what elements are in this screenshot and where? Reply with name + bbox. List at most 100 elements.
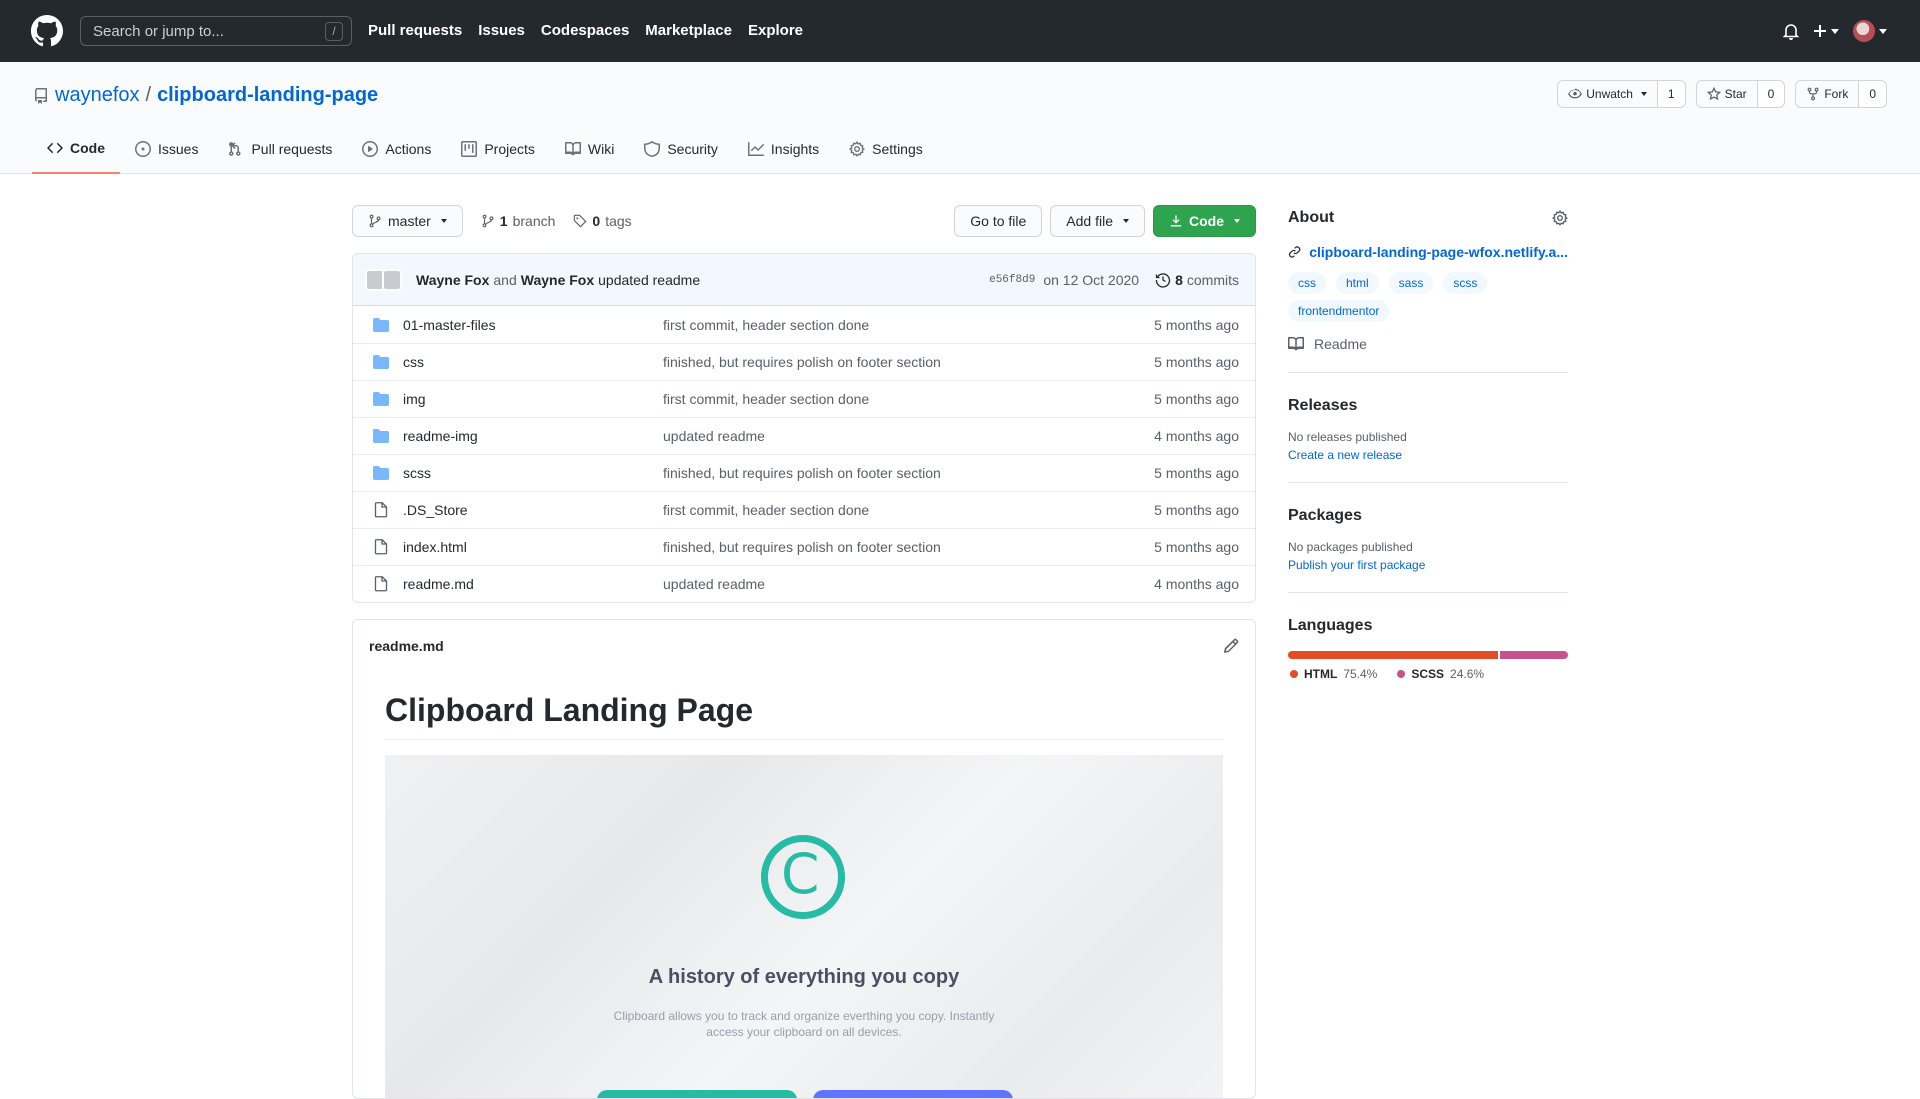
nav-pull-requests[interactable]: Pull requests [368, 22, 462, 39]
graph-icon [747, 142, 764, 156]
file-name-link[interactable]: readme.md [403, 576, 663, 592]
plus-icon [1814, 25, 1826, 37]
shield-icon [644, 141, 661, 157]
releases-title: Releases [1288, 397, 1358, 414]
releases-empty: No releases published [1288, 430, 1407, 444]
repo-owner-link[interactable]: waynefox [55, 84, 140, 107]
commit-author-link[interactable]: Wayne Fox [416, 272, 489, 288]
go-to-file-button[interactable]: Go to file [954, 205, 1043, 237]
star-count[interactable]: 0 [1757, 81, 1785, 107]
repo-path-separator: / [145, 84, 152, 106]
file-icon [369, 502, 393, 518]
language-bar-segment [1288, 651, 1498, 659]
project-icon [461, 141, 478, 157]
topic-list: css html sass scss frontendmentor [1288, 272, 1488, 322]
github-logo-icon[interactable] [31, 15, 63, 47]
fork-button[interactable]: Fork 0 [1795, 80, 1887, 108]
create-release-link[interactable]: Create a new release [1288, 448, 1568, 462]
branches-link[interactable]: 1 branch [481, 213, 555, 229]
topic-tag[interactable]: css [1288, 272, 1326, 294]
file-commit-message-link[interactable]: finished, but requires polish on footer … [663, 354, 1154, 370]
commit-sha-link[interactable]: e56f8d9 [989, 274, 1035, 286]
tab-settings[interactable]: Settings [834, 124, 938, 174]
file-commit-message-link[interactable]: updated readme [663, 576, 1154, 592]
file-commit-message-link[interactable]: finished, but requires polish on footer … [663, 539, 1154, 555]
file-commit-message-link[interactable]: first commit, header section done [663, 391, 1154, 407]
topic-tag[interactable]: frontendmentor [1288, 300, 1390, 322]
tab-insights[interactable]: Insights [733, 124, 834, 174]
language-item[interactable]: HTML 75.4% [1290, 667, 1377, 681]
code-download-button[interactable]: Code [1153, 205, 1256, 237]
folder-icon [369, 429, 393, 443]
topic-tag[interactable]: sass [1388, 272, 1434, 294]
fork-count[interactable]: 0 [1859, 81, 1886, 107]
table-row[interactable]: 01-master-files first commit, header sect… [353, 306, 1255, 343]
file-age: 5 months ago [1154, 316, 1239, 333]
topic-tag[interactable]: html [1336, 272, 1379, 294]
tab-security[interactable]: Security [629, 124, 733, 174]
file-name-link[interactable]: img [403, 391, 663, 407]
tab-issues[interactable]: Issues [120, 124, 213, 174]
search-input[interactable]: Search or jump to... / [80, 16, 352, 46]
file-commit-message-link[interactable]: updated readme [663, 428, 1154, 444]
language-color-dot [1290, 670, 1298, 678]
table-row[interactable]: scss finished, but requires polish on foo… [353, 454, 1255, 491]
file-name-link[interactable]: .DS_Store [403, 502, 663, 518]
file-name-link[interactable]: css [403, 354, 663, 370]
file-age: 5 months ago [1154, 539, 1239, 555]
bell-icon[interactable] [1783, 22, 1799, 40]
tab-label: Settings [872, 141, 923, 157]
gear-icon [849, 141, 866, 157]
watch-button[interactable]: Unwatch 1 [1557, 80, 1686, 108]
file-name-link[interactable]: 01-master-files [403, 317, 663, 333]
homepage-link[interactable]: clipboard-landing-page-wfox.netlify.a... [1288, 244, 1568, 260]
tags-link[interactable]: 0 tags [573, 213, 632, 229]
commit-avatars[interactable] [365, 268, 402, 291]
chevron-down-icon [1879, 28, 1887, 34]
file-commit-message-link[interactable]: first commit, header section done [663, 317, 1154, 333]
table-row[interactable]: img first commit, header section done 5 mo… [353, 380, 1255, 417]
add-file-button[interactable]: Add file [1050, 205, 1145, 237]
nav-codespaces[interactable]: Codespaces [541, 22, 629, 39]
table-row[interactable]: index.html finished, but requires polish … [353, 528, 1255, 565]
tab-pull-requests[interactable]: Pull requests [213, 124, 347, 174]
tab-label: Actions [385, 141, 432, 157]
branch-select[interactable]: master [352, 205, 463, 237]
file-commit-message-link[interactable]: finished, but requires polish on footer … [663, 465, 1154, 481]
language-item[interactable]: SCSS 24.6% [1397, 667, 1484, 681]
tab-code[interactable]: Code [32, 124, 120, 174]
nav-explore[interactable]: Explore [748, 22, 803, 39]
gear-icon[interactable] [1552, 210, 1568, 226]
topic-tag[interactable]: scss [1443, 272, 1488, 294]
create-new-menu[interactable] [1813, 24, 1839, 38]
fork-label: Fork [1824, 87, 1849, 101]
tab-actions[interactable]: Actions [347, 124, 446, 174]
file-name-link[interactable]: scss [403, 465, 663, 481]
tab-projects[interactable]: Projects [446, 124, 550, 174]
commit-history-link[interactable]: 8 commits [1155, 272, 1239, 288]
file-name-link[interactable]: readme-img [403, 428, 663, 444]
user-menu[interactable] [1853, 20, 1887, 42]
publish-package-link[interactable]: Publish your first package [1288, 558, 1568, 572]
pencil-icon[interactable] [1223, 638, 1239, 654]
watch-count[interactable]: 1 [1657, 81, 1685, 107]
repo-tabs: Code Issues Pull requests Actions Projec… [32, 124, 938, 174]
commit-coauthor-link[interactable]: Wayne Fox [521, 272, 594, 288]
search-placeholder: Search or jump to... [93, 23, 224, 40]
file-name-link[interactable]: index.html [403, 539, 663, 555]
nav-issues[interactable]: Issues [478, 22, 525, 39]
star-button[interactable]: Star 0 [1695, 80, 1786, 108]
table-row[interactable]: .DS_Store first commit, header section do… [353, 491, 1255, 528]
nav-marketplace[interactable]: Marketplace [645, 22, 732, 39]
download-icon [1170, 215, 1182, 227]
table-row[interactable]: css finished, but requires polish on foot… [353, 343, 1255, 380]
file-commit-message-link[interactable]: first commit, header section done [663, 502, 1154, 518]
repo-name-link[interactable]: clipboard-landing-page [157, 84, 378, 107]
link-icon [1288, 246, 1301, 258]
tab-wiki[interactable]: Wiki [550, 124, 629, 174]
avatar [382, 268, 402, 291]
table-row[interactable]: readme.md updated readme 4 months ago [353, 565, 1255, 602]
commit-message-link[interactable]: updated readme [598, 272, 700, 288]
readme-link[interactable]: Readme [1288, 336, 1568, 352]
table-row[interactable]: readme-img updated readme 4 months ago [353, 417, 1255, 454]
